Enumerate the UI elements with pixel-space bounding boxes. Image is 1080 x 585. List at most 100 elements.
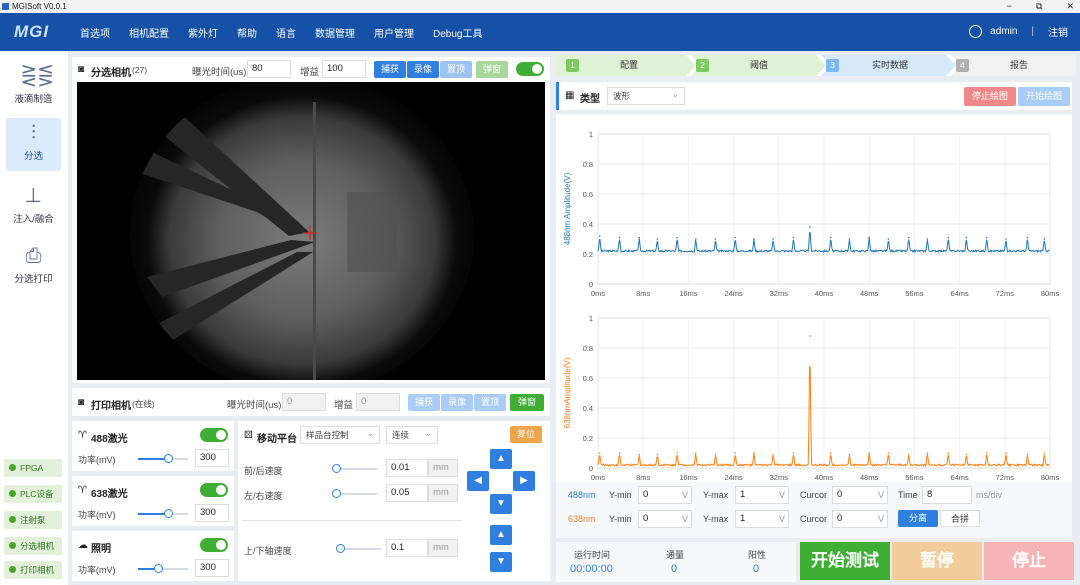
power-input[interactable]: 300 [195, 504, 229, 522]
menu-uv-lamp[interactable]: 紫外灯 [188, 25, 218, 40]
menu-debug-tools[interactable]: Debug工具 [433, 25, 482, 40]
peak-point [676, 236, 678, 239]
step-threshold[interactable]: 2 阈值 [696, 57, 768, 74]
illumination-toggle[interactable] [200, 538, 228, 552]
peak-point [618, 236, 621, 239]
peak-point [734, 452, 737, 454]
speed-input[interactable]: 0.1 [386, 539, 428, 557]
cursor-label: Curcor [800, 514, 828, 524]
print-camera-state: (在线) [132, 399, 155, 409]
peak-point [694, 238, 697, 240]
peak-point [1005, 238, 1007, 240]
print-capture-button[interactable]: 捕获 [408, 394, 440, 411]
peak-point [947, 236, 950, 239]
unit: V [779, 514, 786, 524]
gain-input[interactable]: 100 [322, 60, 366, 78]
step-config[interactable]: 1 配置 [566, 57, 638, 74]
restore-button[interactable]: ⧉ [1036, 0, 1042, 13]
x-tick-label: 56ms [905, 473, 924, 482]
popup-button[interactable]: 弹窗 [476, 61, 508, 78]
peak-point [985, 452, 988, 454]
print-exposure-input[interactable]: 0 [282, 393, 326, 411]
ymax-label: Y-max [703, 514, 729, 524]
z-down-button[interactable]: ▼ [490, 552, 512, 572]
stage-move-select[interactable]: 连续 [386, 425, 438, 444]
pause-button[interactable]: 暂停 [892, 542, 982, 580]
power-slider[interactable] [138, 454, 188, 463]
ymax-label: Y-max [703, 490, 729, 500]
capture-button[interactable]: 捕获 [374, 61, 406, 78]
power-input[interactable]: 300 [195, 559, 229, 577]
peak-point [598, 452, 601, 454]
minimize-button[interactable]: − [1007, 0, 1012, 13]
x-tick-label: 64ms [950, 289, 969, 298]
sidebar-item-droplet[interactable]: ⋛⋚ 液滴制造 [6, 61, 61, 113]
peak-point [926, 238, 929, 240]
z-up-button[interactable]: ▲ [490, 525, 512, 545]
flux-value: 0 [671, 563, 678, 575]
username[interactable]: admin [990, 26, 1017, 37]
print-pin-top-button[interactable]: 置顶 [474, 394, 506, 411]
menu-separator: | [1031, 26, 1034, 37]
speed-slider[interactable] [332, 464, 377, 473]
app-icon [2, 3, 9, 10]
arrow-right-button[interactable]: ▶ [513, 471, 535, 491]
step-number: 1 [566, 59, 579, 72]
exposure-input[interactable]: 80 [247, 60, 291, 78]
close-button[interactable]: ✕ [1066, 0, 1074, 13]
power-slider[interactable] [138, 564, 188, 573]
camera-view[interactable] [77, 82, 545, 380]
stage-mode-select[interactable]: 样品台控制 [300, 425, 380, 444]
split-button[interactable]: 分离 [898, 510, 938, 527]
record-button[interactable]: 录像 [407, 61, 439, 78]
speed-slider[interactable] [332, 489, 377, 498]
sidebar-item-sort-print[interactable]: ⎙ 分选打印 [6, 241, 61, 293]
speed-slider[interactable] [336, 544, 381, 553]
type-select[interactable]: 波形 [607, 86, 685, 105]
menu-user-management[interactable]: 用户管理 [374, 25, 414, 40]
x-tick-label: 48ms [860, 473, 879, 482]
print-popup-button[interactable]: 弹窗 [510, 394, 544, 411]
sort-camera-toggle[interactable] [516, 62, 544, 76]
menu-data-management[interactable]: 数据管理 [315, 25, 355, 40]
peak-point [656, 238, 659, 240]
laser-488-toggle[interactable] [200, 428, 228, 442]
menu-camera-config[interactable]: 相机配置 [129, 25, 169, 40]
start-test-button[interactable]: 开始测试 [800, 542, 890, 580]
y-tick-label: 1 [589, 130, 593, 139]
merge-button[interactable]: 合拼 [940, 510, 980, 527]
arrow-left-button[interactable]: ◀ [467, 471, 489, 491]
laser-638-toggle[interactable] [200, 483, 228, 497]
power-input[interactable]: 300 [195, 449, 229, 467]
start-plot-button[interactable]: 开始绘图 [1018, 87, 1070, 106]
print-record-button[interactable]: 录像 [441, 394, 473, 411]
unit: V [682, 490, 689, 500]
peak-point [772, 453, 774, 456]
speed-input[interactable]: 0.01 [386, 459, 428, 477]
menu-help[interactable]: 帮助 [237, 25, 257, 40]
peak-point [887, 238, 890, 240]
plot-header: ▦ 类型 波形 停止绘图 开始绘图 [556, 82, 1072, 110]
step-realtime[interactable]: 3 实时数据 [826, 57, 908, 74]
pin-top-button[interactable]: 置顶 [440, 61, 472, 78]
step-report[interactable]: 4 报告 [956, 57, 1028, 74]
time-input[interactable]: 8 [922, 486, 972, 504]
power-slider[interactable] [138, 509, 188, 518]
sidebar-item-injection[interactable]: ⊥ 注入/融合 [6, 181, 61, 233]
y-tick-label: 0.6 [583, 190, 593, 199]
arrow-up-button[interactable]: ▲ [490, 449, 512, 469]
arrow-down-button[interactable]: ▼ [490, 494, 512, 514]
user-avatar-icon[interactable] [969, 25, 983, 38]
chart-638: 0 0.2 0.4 0.6 0.8 1 0ms 8ms 16ms 24ms 32ms 40ms 48ms… [563, 314, 1059, 482]
print-gain-input[interactable]: 0 [356, 393, 400, 411]
logout-button[interactable]: 注销 [1048, 24, 1068, 39]
menu-preferences[interactable]: 首选项 [80, 25, 110, 40]
speed-input[interactable]: 0.05 [386, 484, 428, 502]
stop-button[interactable]: 停止 [984, 542, 1074, 580]
menu-language[interactable]: 语言 [276, 25, 296, 40]
reset-button[interactable]: 复位 [510, 426, 542, 443]
stop-plot-button[interactable]: 停止绘图 [964, 87, 1016, 106]
peak-point [985, 236, 988, 239]
peak-point [1026, 453, 1029, 456]
sidebar-item-sorting[interactable]: ⫶ 分选 [6, 118, 61, 171]
